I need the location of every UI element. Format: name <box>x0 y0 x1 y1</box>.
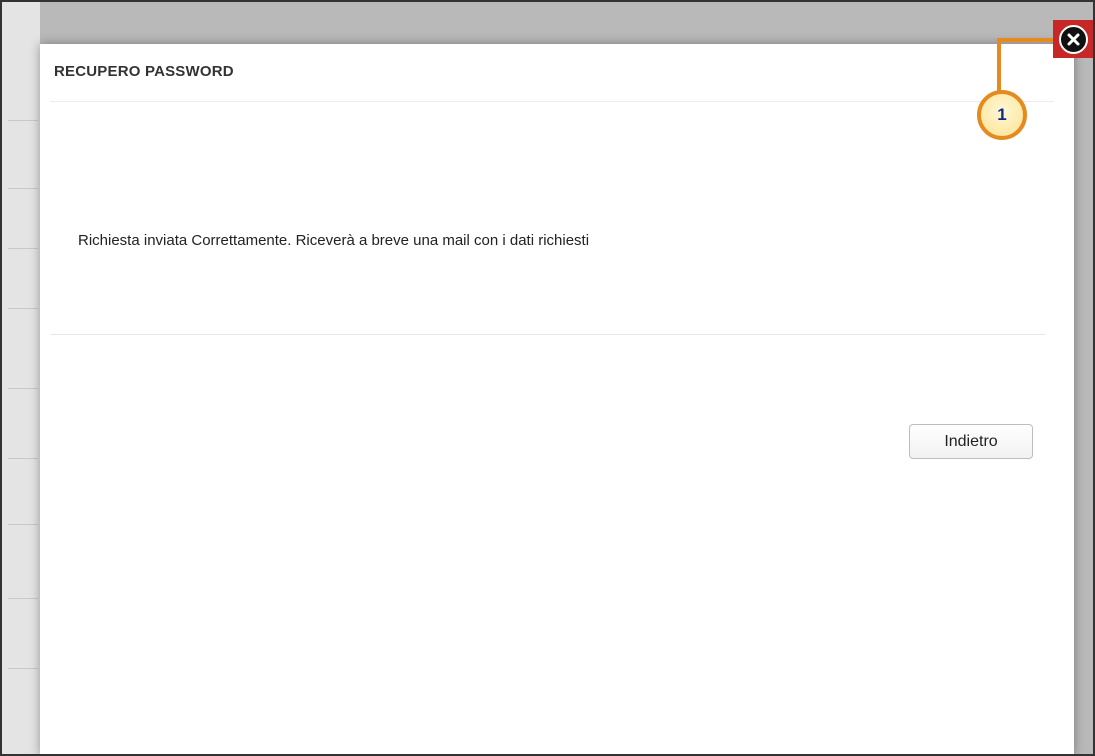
background-divider <box>8 188 38 189</box>
dialog-title: RECUPERO PASSWORD <box>54 63 234 80</box>
close-button-highlight <box>1053 20 1093 58</box>
background-divider <box>8 458 38 459</box>
confirmation-message: Richiesta inviata Correttamente. Ricever… <box>78 232 590 249</box>
background-divider <box>8 120 38 121</box>
screenshot-page: RECUPERO PASSWORD Richiesta inviata Corr… <box>0 0 1095 756</box>
background-divider <box>8 308 38 309</box>
background-divider <box>8 388 38 389</box>
background-divider <box>8 248 38 249</box>
background-divider <box>8 598 38 599</box>
background-divider <box>8 524 38 525</box>
background-page <box>2 2 40 756</box>
callout-connector <box>997 38 1053 42</box>
callout-badge: 1 <box>977 90 1027 140</box>
background-divider <box>8 668 38 669</box>
back-button[interactable]: Indietro <box>909 424 1033 459</box>
close-x-glyph <box>1067 33 1079 45</box>
content-divider <box>50 334 1045 335</box>
header-divider <box>50 101 1054 102</box>
close-icon[interactable] <box>1058 24 1088 54</box>
password-recovery-dialog: RECUPERO PASSWORD Richiesta inviata Corr… <box>40 44 1074 756</box>
callout-connector <box>997 38 1001 98</box>
